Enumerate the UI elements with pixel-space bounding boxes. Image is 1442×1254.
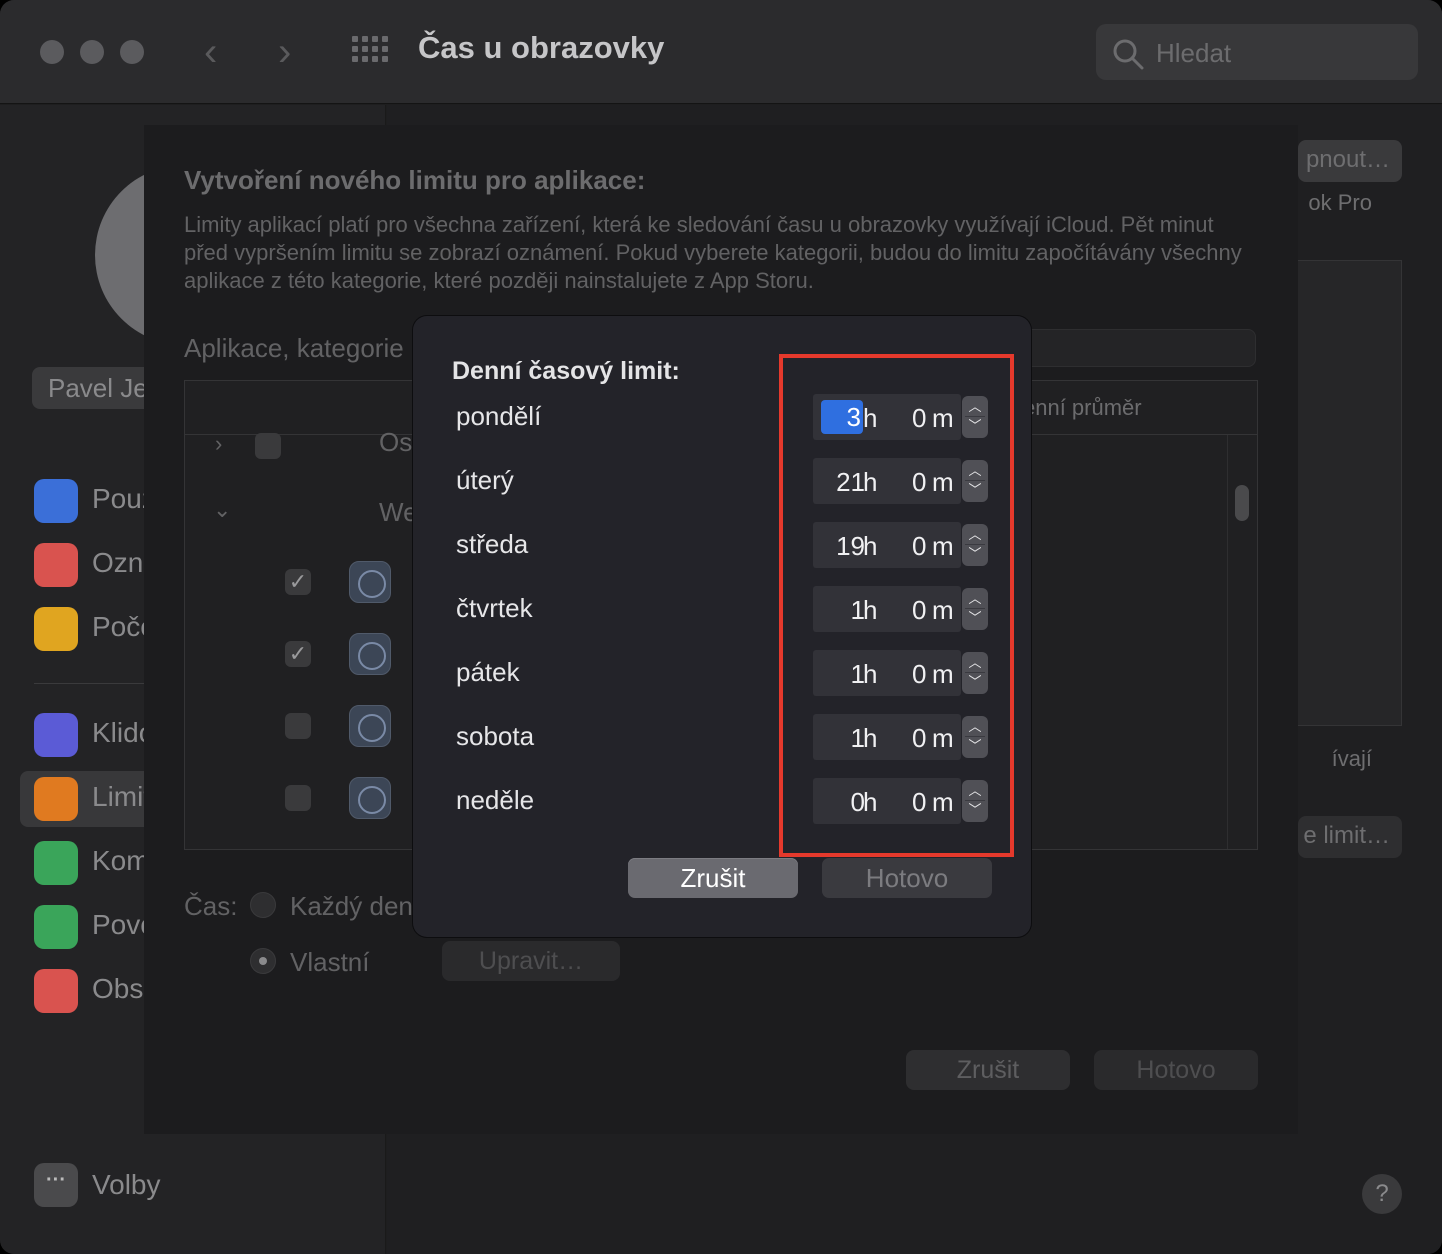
turn-on-button[interactable]: pnout… [1298,140,1402,182]
search-field[interactable]: Hledat [1096,24,1418,80]
device-label: ok Pro [1308,190,1372,215]
close-window-button[interactable] [40,40,64,64]
scrollbar[interactable] [1235,485,1249,521]
day-label: pondělí [456,401,542,431]
day-label: sobota [456,721,535,751]
limits-list [1298,260,1402,726]
every-day-radio[interactable] [250,892,276,918]
category-checkbox[interactable] [255,433,281,459]
custom-label: Vlastní [290,947,370,977]
apps-search-input[interactable] [1014,329,1256,367]
downtime-moon-icon [34,713,78,757]
hourglass-icon [34,777,78,821]
system-preferences-window: ‹ › Čas u obrazovky Hledat Pavel Je Použ… [0,0,1442,1254]
show-all-grid-icon[interactable] [352,36,390,68]
limits-note: ívají [1331,746,1372,771]
sheet-done-button[interactable]: Hotovo [1094,1050,1258,1090]
app-checkbox[interactable]: ✓ [285,641,311,667]
safari-app-icon [349,705,391,747]
person-circle-icon [34,841,78,885]
back-arrow-icon[interactable]: ‹ [204,30,217,74]
time-label: Čas: [184,891,238,921]
apps-search-label: Aplikace, kategorie [184,333,404,363]
search-placeholder: Hledat [1156,38,1232,68]
check-shield-icon [34,905,78,949]
search-icon [1113,39,1144,70]
options-label: Volby [92,1169,161,1200]
day-label: neděle [456,785,535,815]
help-button[interactable]: ? [1362,1174,1402,1214]
safari-app-icon [349,777,391,819]
column-daily-average[interactable]: enní průměr [1023,395,1142,421]
chevron-right-icon[interactable]: › [215,431,222,457]
day-label: čtvrtek [456,593,533,623]
sheet-description: Limity aplikací platí pro všechna zaříze… [184,212,1242,293]
right-panel-peek: pnout… ok Pro ívají e limit… [1298,140,1402,900]
cancel-button[interactable]: Zrušit [628,858,798,898]
day-label: pátek [456,657,520,687]
category-label: Os [379,427,413,457]
ellipsis-icon: ··· [34,1163,78,1207]
no-entry-icon [34,969,78,1013]
pickups-icon [34,607,78,651]
bell-badge-icon [34,543,78,587]
forward-arrow-icon[interactable]: › [278,30,291,74]
minimize-window-button[interactable] [80,40,104,64]
app-checkbox[interactable] [285,785,311,811]
app-checkbox[interactable]: ✓ [285,569,311,595]
safari-app-icon [349,561,391,603]
add-limit-button[interactable]: e limit… [1298,816,1402,858]
custom-radio[interactable] [250,948,276,974]
sidebar-item-label: Limit [92,781,152,812]
chevron-down-icon[interactable]: ⌄ [213,497,231,523]
sidebar-item-label: Kom [92,845,150,876]
app-checkbox[interactable] [285,713,311,739]
window-title: Čas u obrazovky [418,30,665,65]
sheet-cancel-button[interactable]: Zrušit [906,1050,1070,1090]
dialog-title: Denní časový limit: [452,357,680,385]
day-label: úterý [456,465,514,495]
done-button[interactable]: Hotovo [822,858,992,898]
edit-button[interactable]: Upravit… [442,941,620,981]
chart-bars-icon [34,479,78,523]
safari-app-icon [349,633,391,675]
day-label: středa [456,529,529,559]
sheet-title: Vytvoření nového limitu pro aplikace: [184,165,646,195]
category-label: We [379,497,418,527]
every-day-label: Každý den [290,891,413,921]
scroll-track [1227,435,1228,849]
zoom-window-button[interactable] [120,40,144,64]
annotation-highlight-box [779,354,1014,857]
title-bar: ‹ › Čas u obrazovky Hledat [0,0,1442,104]
